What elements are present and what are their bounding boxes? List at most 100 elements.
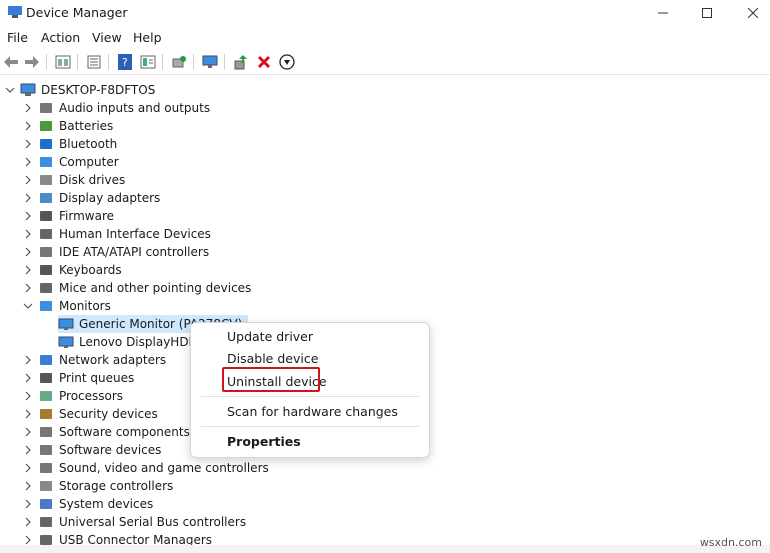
toolbar-separator [162, 54, 163, 70]
bluetooth-icon [40, 139, 52, 149]
chevron-right-icon[interactable] [22, 138, 34, 150]
chevron-right-icon[interactable] [22, 156, 34, 168]
category-label: Print queues [59, 371, 135, 385]
category-label: Disk drives [59, 173, 126, 187]
chevron-right-icon[interactable] [22, 390, 34, 402]
tree-category[interactable]: Software components [22, 423, 190, 441]
maximize-button[interactable] [684, 0, 730, 25]
tree-category[interactable]: Storage controllers [22, 477, 173, 495]
tree-category[interactable]: Computer [22, 153, 119, 171]
tree-category[interactable]: Keyboards [22, 261, 122, 279]
tree-category[interactable]: Human Interface Devices [22, 225, 211, 243]
tree-category[interactable]: Firmware [22, 207, 114, 225]
chevron-right-icon[interactable] [22, 174, 34, 186]
chevron-right-icon[interactable] [22, 444, 34, 456]
tree-category[interactable]: IDE ATA/ATAPI controllers [22, 243, 209, 261]
minimize-button[interactable] [640, 0, 686, 25]
ctx-disable-device[interactable]: Disable device [227, 351, 318, 366]
tree-category[interactable]: Processors [22, 387, 123, 405]
close-button[interactable] [730, 0, 770, 25]
chevron-right-icon[interactable] [22, 408, 34, 420]
ctx-update-driver[interactable]: Update driver [227, 329, 313, 344]
chevron-down-icon[interactable] [4, 84, 16, 96]
tree-category[interactable]: Security devices [22, 405, 158, 423]
category-label: Display adapters [59, 191, 161, 205]
category-label: Firmware [59, 209, 114, 223]
tree-category[interactable]: Mice and other pointing devices [22, 279, 251, 297]
download-button[interactable] [278, 53, 296, 71]
maximize-icon [702, 7, 712, 18]
scan-hardware-icon [172, 56, 186, 68]
category-label: Universal Serial Bus controllers [59, 515, 247, 529]
back-button[interactable] [2, 53, 20, 71]
tree-category[interactable]: Batteries [22, 117, 113, 135]
tree-root[interactable]: DESKTOP-F8DFTOS [4, 81, 155, 99]
category-label: Human Interface Devices [59, 227, 211, 241]
properties-button[interactable] [85, 53, 103, 71]
menu-file[interactable]: File [7, 30, 28, 45]
category-label: Processors [59, 389, 124, 403]
chevron-right-icon[interactable] [22, 120, 34, 132]
display-adapter-icon [40, 193, 52, 203]
tree-category[interactable]: Software devices [22, 441, 161, 459]
chevron-right-icon[interactable] [22, 264, 34, 276]
svg-text:?: ? [122, 56, 128, 69]
menu-help[interactable]: Help [133, 30, 162, 45]
chevron-right-icon[interactable] [22, 480, 34, 492]
tree-category[interactable]: Print queues [22, 369, 134, 387]
chevron-right-icon[interactable] [22, 246, 34, 258]
ctx-properties[interactable]: Properties [227, 434, 301, 449]
chevron-right-icon[interactable] [22, 228, 34, 240]
toolbar: ? [0, 50, 770, 75]
properties-icon [87, 55, 101, 69]
chevron-right-icon[interactable] [22, 426, 34, 438]
chevron-right-icon[interactable] [22, 498, 34, 510]
chevron-right-icon[interactable] [22, 354, 34, 366]
tree-category[interactable]: Display adapters [22, 189, 160, 207]
menu-view[interactable]: View [92, 30, 122, 45]
category-label: Bluetooth [59, 137, 118, 151]
tree-category[interactable]: Audio inputs and outputs [22, 99, 210, 117]
ctx-separator [201, 426, 419, 427]
help-button[interactable]: ? [116, 53, 134, 71]
device-label: Lenovo DisplayHDR [79, 335, 197, 349]
tree-category[interactable]: Disk drives [22, 171, 125, 189]
menu-action[interactable]: Action [41, 30, 80, 45]
chevron-right-icon[interactable] [22, 516, 34, 528]
category-label: Software devices [59, 443, 162, 457]
chevron-down-icon[interactable] [22, 300, 34, 312]
forward-button[interactable] [23, 53, 41, 71]
computer-icon [20, 83, 36, 96]
ctx-scan-hardware[interactable]: Scan for hardware changes [227, 404, 398, 419]
tree-category[interactable]: Bluetooth [22, 135, 117, 153]
update-driver-button[interactable] [232, 53, 250, 71]
chevron-right-icon[interactable] [22, 372, 34, 384]
storage-controller-icon [40, 481, 52, 491]
ide-controller-icon [40, 247, 52, 257]
uninstall-button[interactable] [255, 53, 273, 71]
software-device-icon [40, 445, 52, 455]
monitor-button[interactable] [201, 53, 219, 71]
tree-category[interactable]: System devices [22, 495, 153, 513]
chevron-right-icon[interactable] [22, 192, 34, 204]
scan-hardware-button[interactable] [170, 53, 188, 71]
system-device-icon [40, 499, 52, 509]
chevron-right-icon[interactable] [22, 462, 34, 474]
category-label: Sound, video and game controllers [59, 461, 269, 475]
tree-category[interactable]: Network adapters [22, 351, 166, 369]
device-manager-icon [8, 6, 22, 18]
download-icon [279, 54, 295, 70]
category-label: Security devices [59, 407, 158, 421]
show-hidden-button[interactable] [54, 53, 72, 71]
action-view-button[interactable] [139, 53, 157, 71]
tree-category[interactable]: Sound, video and game controllers [22, 459, 269, 477]
tree-device[interactable]: Lenovo DisplayHDR [58, 333, 197, 351]
tree-category[interactable]: Universal Serial Bus controllers [22, 513, 246, 531]
horizontal-scrollbar[interactable] [0, 545, 770, 553]
chevron-right-icon[interactable] [22, 282, 34, 294]
category-label: Network adapters [59, 353, 167, 367]
firmware-icon [40, 211, 52, 221]
chevron-right-icon[interactable] [22, 210, 34, 222]
tree-category[interactable]: Monitors [22, 297, 111, 315]
chevron-right-icon[interactable] [22, 102, 34, 114]
